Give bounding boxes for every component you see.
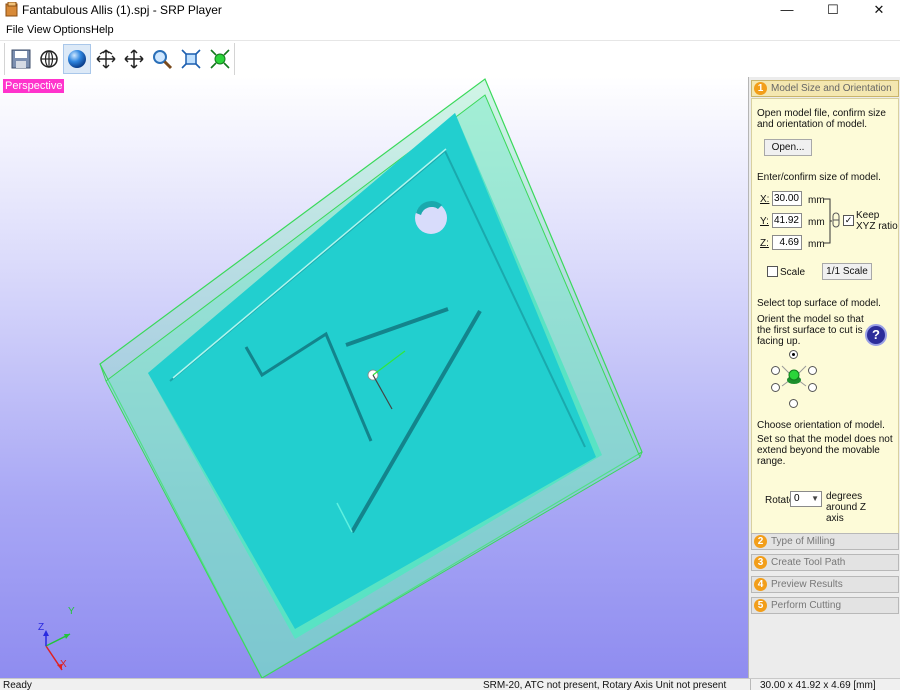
link-bracket-icon (824, 198, 840, 244)
help-icon[interactable]: ? (865, 324, 887, 346)
step-3-label: Create Tool Path (771, 557, 846, 568)
step-number-badge: 4 (754, 578, 767, 591)
perspective-view-button[interactable] (35, 44, 63, 74)
menu-options[interactable]: Options (53, 24, 91, 36)
x-size-input[interactable]: 30.00 (772, 191, 802, 206)
axis-label-y: Y (68, 606, 75, 617)
top-surface-heading: Select top surface of model. (757, 298, 881, 309)
step-number-badge: 2 (754, 535, 767, 548)
size-heading: Enter/confirm size of model. (757, 172, 881, 183)
axis-label-z: Z (38, 622, 44, 633)
status-machine: SRM-20, ATC not present, Rotary Axis Uni… (483, 680, 727, 690)
step-number-badge: 1 (754, 82, 767, 95)
surface-radio-front-left[interactable] (771, 383, 780, 392)
3d-viewport[interactable]: Perspective X Y Z (0, 77, 748, 678)
step-1-header[interactable]: 1 Model Size and Orientation (751, 80, 899, 97)
step-number-badge: 3 (754, 556, 767, 569)
pan-button[interactable] (120, 44, 148, 74)
model-render (99, 78, 643, 678)
step-1-body: Open model file, confirm size and orient… (751, 98, 899, 535)
fit-model-button[interactable] (206, 44, 234, 74)
title-bar: Fantabulous Allis (1).spj - SRP Player —… (0, 0, 900, 20)
menu-file[interactable]: File (6, 24, 24, 36)
step-2-header[interactable]: 2 Type of Milling (751, 533, 899, 550)
toolbar (0, 40, 900, 77)
window-title: Fantabulous Allis (1).spj - SRP Player (22, 3, 222, 17)
status-model-size: 30.00 x 41.92 x 4.69 [mm] (760, 680, 876, 690)
app-icon (5, 2, 18, 17)
keep-ratio-checkbox[interactable]: ✓ (843, 215, 854, 226)
fit-view-icon (181, 49, 201, 69)
view-mode-label: Perspective (3, 79, 65, 93)
chevron-down-icon: ▼ (811, 494, 819, 503)
status-bar: Ready SRM-20, ATC not present, Rotary Ax… (0, 678, 900, 690)
model-orientation-icon (781, 365, 807, 387)
surface-radio-back-left[interactable] (771, 366, 780, 375)
step-3-header[interactable]: 3 Create Tool Path (751, 554, 899, 571)
toolbar-separator (4, 43, 5, 75)
scale-label: Scale (780, 267, 806, 278)
rotate-value: 0 (794, 493, 800, 504)
axis-label-x: X (60, 659, 67, 670)
globe-icon (40, 50, 58, 68)
z-label: Z: (760, 238, 769, 249)
fit-view-button[interactable] (177, 44, 205, 74)
surface-radio-front-right[interactable] (808, 383, 817, 392)
zoom-button[interactable] (148, 44, 176, 74)
top-surface-text: Orient the model so that the first surfa… (757, 314, 864, 347)
orientation-text: Set so that the model does not extend be… (757, 434, 893, 467)
pan-icon (124, 49, 144, 69)
rotate-button[interactable] (92, 44, 120, 74)
menu-bar: File View Options Help (0, 22, 900, 39)
step-number-badge: 5 (754, 599, 767, 612)
sphere-icon (68, 50, 86, 68)
step-5-label: Perform Cutting (771, 600, 842, 611)
save-button[interactable] (7, 44, 35, 74)
surface-radio-back-right[interactable] (808, 366, 817, 375)
status-ready: Ready (3, 680, 32, 690)
close-button[interactable]: ✕ (856, 0, 900, 20)
y-label: Y: (760, 216, 769, 227)
intro-text: Open model file, confirm size and orient… (757, 108, 886, 130)
y-size-input[interactable]: 41.92 (772, 213, 802, 228)
menu-help[interactable]: Help (91, 24, 114, 36)
step-1-label: Model Size and Orientation (771, 83, 892, 94)
step-5-header[interactable]: 5 Perform Cutting (751, 597, 899, 614)
surface-radio-top[interactable] (789, 350, 798, 359)
toolbar-separator (234, 43, 235, 75)
zoom-icon (153, 50, 173, 70)
minimize-button[interactable]: — (764, 0, 810, 20)
x-label: X: (760, 194, 770, 205)
z-size-input[interactable]: 4.69 (772, 235, 802, 250)
save-icon (11, 49, 31, 69)
orientation-heading: Choose orientation of model. (757, 420, 885, 431)
open-button[interactable]: Open... (764, 139, 812, 156)
surface-radio-bottom[interactable] (789, 399, 798, 408)
step-4-header[interactable]: 4 Preview Results (751, 576, 899, 593)
menu-view[interactable]: View (27, 24, 51, 36)
wizard-panel: 1 Model Size and Orientation Open model … (748, 77, 900, 678)
axis-gizmo: X Y Z (38, 606, 75, 671)
keep-ratio-label: Keep XYZ ratio (856, 210, 898, 232)
step-2-label: Type of Milling (771, 536, 835, 547)
status-separator (750, 679, 751, 690)
step-4-label: Preview Results (771, 579, 843, 590)
rotate-icon (96, 49, 116, 69)
rotate-suffix: degrees around Z axis (826, 491, 867, 524)
one-to-one-scale-button[interactable]: 1/1 Scale (822, 263, 872, 280)
fit-model-icon (210, 49, 230, 69)
scale-checkbox[interactable] (767, 266, 778, 277)
render-view-button[interactable] (63, 44, 91, 74)
maximize-button[interactable]: ☐ (810, 0, 856, 20)
rotate-select[interactable]: 0 ▼ (790, 491, 822, 507)
